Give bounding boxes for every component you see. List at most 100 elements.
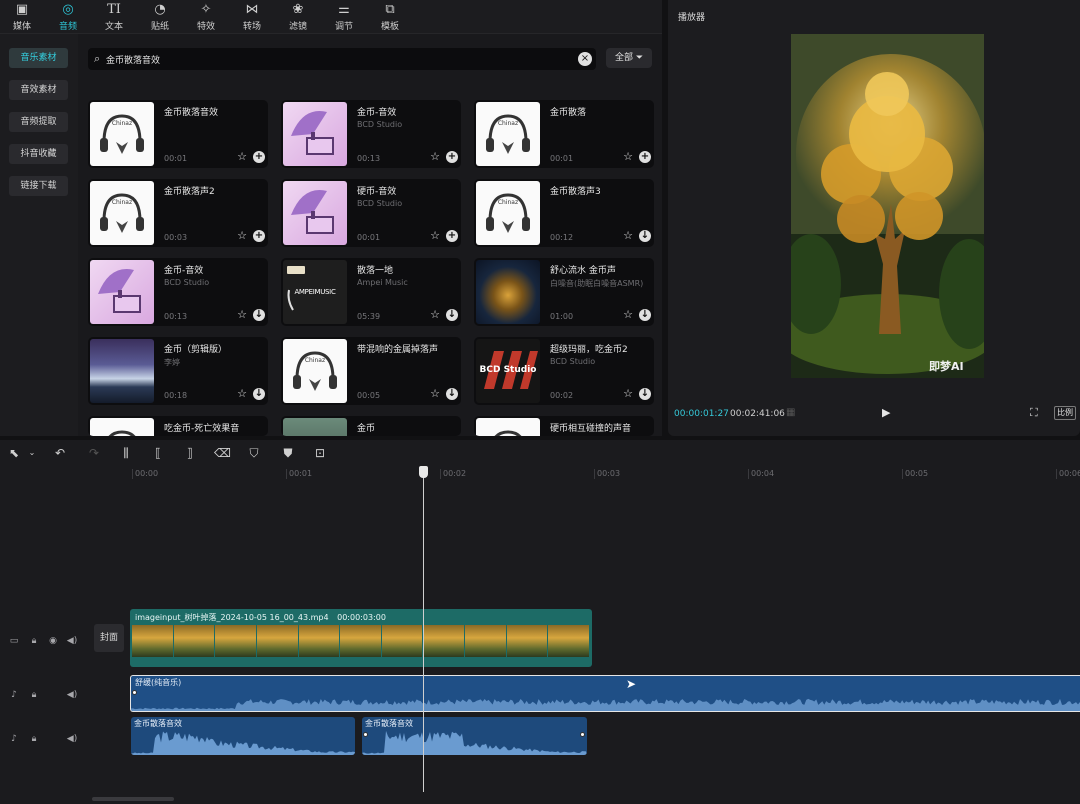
sound-title: 金币-音效 bbox=[164, 266, 204, 276]
clip-frame bbox=[215, 625, 256, 657]
side-item-douyin-favorites[interactable]: 抖音收藏 bbox=[9, 144, 68, 164]
sound-card[interactable]: Chinaz 带混响的金属掉落声 00:05 ☆ ↓ bbox=[281, 337, 461, 405]
sound-card[interactable]: Chinaz 金币散落 00:01 ☆ + bbox=[474, 100, 654, 168]
favorite-icon[interactable]: ☆ bbox=[429, 230, 441, 242]
speaker-icon[interactable]: ◀) bbox=[66, 733, 78, 745]
search-bar: ⌕ × bbox=[88, 48, 596, 70]
download-icon[interactable]: ↓ bbox=[639, 230, 651, 242]
tab-sticker[interactable]: ◔ 贴纸 bbox=[140, 2, 180, 32]
playhead[interactable] bbox=[423, 466, 424, 792]
split-icon[interactable]: ⫼ bbox=[118, 445, 134, 461]
sound-card[interactable]: Chinaz 金币散落音效 00:01 ☆ + bbox=[88, 100, 268, 168]
tab-filter[interactable]: ❀ 滤镜 bbox=[278, 2, 318, 32]
sfx-clip-2[interactable]: 金币散落音效 bbox=[362, 717, 587, 755]
favorite-icon[interactable]: ☆ bbox=[622, 388, 634, 400]
download-icon[interactable]: ↓ bbox=[253, 309, 265, 321]
sound-card[interactable]: Chinaz 金币散落声3 00:12 ☆ ↓ bbox=[474, 179, 654, 247]
video-clip[interactable]: imageinput_树叶掉落_2024-10-05 16_00_43.mp4 … bbox=[130, 609, 592, 667]
sound-card[interactable]: Chinaz 金币散落声2 00:03 ☆ + bbox=[88, 179, 268, 247]
playhead-handle[interactable] bbox=[419, 466, 428, 478]
add-icon[interactable]: + bbox=[253, 151, 265, 163]
download-icon[interactable]: ↓ bbox=[446, 388, 458, 400]
timeline-toolbar: ⬉ ⌄ ↶ ↷ ⫼ ⟦ ⟧ ⌫ ⛉ ⛊ ⊡ bbox=[0, 440, 1080, 466]
redo-icon[interactable]: ↷ bbox=[86, 445, 102, 461]
lock-icon[interactable]: 🔒︎ bbox=[28, 733, 40, 745]
speaker-icon[interactable]: ◀) bbox=[66, 635, 78, 647]
cover-button[interactable]: 封面 bbox=[94, 624, 124, 652]
tab-template[interactable]: ⧉ 模板 bbox=[370, 2, 410, 32]
eye-icon[interactable]: ◉ bbox=[47, 635, 59, 647]
sound-card[interactable]: 金币-音效 BCD Studio 00:13 ☆ + bbox=[281, 100, 461, 168]
horizontal-scrollbar[interactable] bbox=[92, 797, 174, 801]
fullscreen-icon[interactable]: ⛶ bbox=[1030, 406, 1044, 420]
lock-icon[interactable]: 🔒︎ bbox=[28, 689, 40, 701]
play-icon[interactable]: ▶ bbox=[882, 406, 894, 420]
filter-button[interactable]: 全部 ⏷ bbox=[606, 48, 652, 68]
marker-icon[interactable]: ⛉ bbox=[246, 445, 262, 461]
delete-icon[interactable]: ⌫ bbox=[214, 445, 231, 461]
favorite-icon[interactable]: ☆ bbox=[236, 309, 248, 321]
shield-icon[interactable]: ⛊ bbox=[280, 445, 296, 461]
sound-card[interactable]: AMPEIMUSIC 散落一地 Ampei Music 05:39 ☆ ↓ bbox=[281, 258, 461, 326]
fade-handle[interactable] bbox=[132, 690, 137, 695]
music-clip[interactable]: 舒缓(纯音乐) bbox=[130, 675, 1080, 712]
clear-search-icon[interactable]: × bbox=[578, 52, 592, 66]
sound-card[interactable]: 金币 bbox=[281, 416, 461, 436]
lock-icon[interactable]: 🔒︎ bbox=[28, 635, 40, 647]
tab-transition[interactable]: ⋈ 转场 bbox=[232, 2, 272, 32]
tab-audio[interactable]: ◎ 音频 bbox=[48, 2, 88, 32]
side-item-extract[interactable]: 音频提取 bbox=[9, 112, 68, 132]
add-icon[interactable]: + bbox=[253, 230, 265, 242]
crop-icon[interactable]: ⊡ bbox=[312, 445, 328, 461]
sound-card[interactable]: 吃金币-死亡效果音 bbox=[88, 416, 268, 436]
select-tool-icon[interactable]: ⬉ bbox=[6, 445, 22, 461]
tab-effects[interactable]: ✧ 特效 bbox=[186, 2, 226, 32]
grid-icon[interactable]: ▦ bbox=[786, 407, 804, 419]
sfx-clip-1[interactable]: 金币散落音效 bbox=[131, 717, 355, 755]
side-item-sfx[interactable]: 音效素材 bbox=[9, 80, 68, 100]
tab-text[interactable]: TI 文本 bbox=[94, 2, 134, 32]
sound-duration: 00:05 bbox=[357, 391, 381, 400]
filter-icon: ⏷ bbox=[635, 53, 644, 63]
ruler-tick: 00:01 bbox=[286, 469, 312, 479]
favorite-icon[interactable]: ☆ bbox=[236, 388, 248, 400]
favorite-icon[interactable]: ☆ bbox=[622, 151, 634, 163]
undo-icon[interactable]: ↶ bbox=[52, 445, 68, 461]
download-icon[interactable]: ↓ bbox=[446, 309, 458, 321]
tab-adjust[interactable]: ⚌ 调节 bbox=[324, 2, 364, 32]
favorite-icon[interactable]: ☆ bbox=[622, 230, 634, 242]
add-icon[interactable]: + bbox=[446, 151, 458, 163]
ratio-button[interactable]: 比例 bbox=[1054, 406, 1076, 420]
chevron-down-icon[interactable]: ⌄ bbox=[24, 445, 40, 461]
sound-card[interactable]: 舒心流水 金币声 白噪音(助眠白噪音ASMR) 01:00 ☆ ↓ bbox=[474, 258, 654, 326]
add-icon[interactable]: + bbox=[446, 230, 458, 242]
speaker-icon[interactable]: ◀) bbox=[66, 689, 78, 701]
trim-left-icon[interactable]: ⟦ bbox=[150, 445, 166, 461]
download-icon[interactable]: ↓ bbox=[639, 388, 651, 400]
favorite-icon[interactable]: ☆ bbox=[429, 309, 441, 321]
fade-out-handle[interactable] bbox=[580, 732, 585, 737]
fade-in-handle[interactable] bbox=[363, 732, 368, 737]
sound-author: BCD Studio bbox=[357, 199, 403, 208]
side-item-music[interactable]: 音乐素材 bbox=[9, 48, 68, 68]
tab-media[interactable]: ▣ 媒体 bbox=[2, 2, 42, 32]
sound-card[interactable]: BCD Studio 超级玛丽，吃金币2 BCD Studio 00:02 ☆ ↓ bbox=[474, 337, 654, 405]
sound-card[interactable]: 金币（剪辑版） 李婷 00:18 ☆ ↓ bbox=[88, 337, 268, 405]
favorite-icon[interactable]: ☆ bbox=[429, 388, 441, 400]
sound-card[interactable]: 硬币-音效 BCD Studio 00:01 ☆ + bbox=[281, 179, 461, 247]
sound-card[interactable]: 硬币相互碰撞的声音 bbox=[474, 416, 654, 436]
time-ruler[interactable]: 00:00 00:01 00:02 00:03 00:04 00:05 00:06 bbox=[90, 466, 1080, 486]
favorite-icon[interactable]: ☆ bbox=[622, 309, 634, 321]
sound-card[interactable]: 金币-音效 BCD Studio 00:13 ☆ ↓ bbox=[88, 258, 268, 326]
favorite-icon[interactable]: ☆ bbox=[429, 151, 441, 163]
sound-author: 李婷 bbox=[164, 358, 180, 367]
side-item-link-download[interactable]: 链接下载 bbox=[9, 176, 68, 196]
add-icon[interactable]: + bbox=[639, 151, 651, 163]
search-input[interactable] bbox=[106, 48, 576, 70]
download-icon[interactable]: ↓ bbox=[253, 388, 265, 400]
sound-thumbnail: Chinaz bbox=[283, 339, 347, 403]
trim-right-icon[interactable]: ⟧ bbox=[182, 445, 198, 461]
download-icon[interactable]: ↓ bbox=[639, 309, 651, 321]
favorite-icon[interactable]: ☆ bbox=[236, 230, 248, 242]
favorite-icon[interactable]: ☆ bbox=[236, 151, 248, 163]
